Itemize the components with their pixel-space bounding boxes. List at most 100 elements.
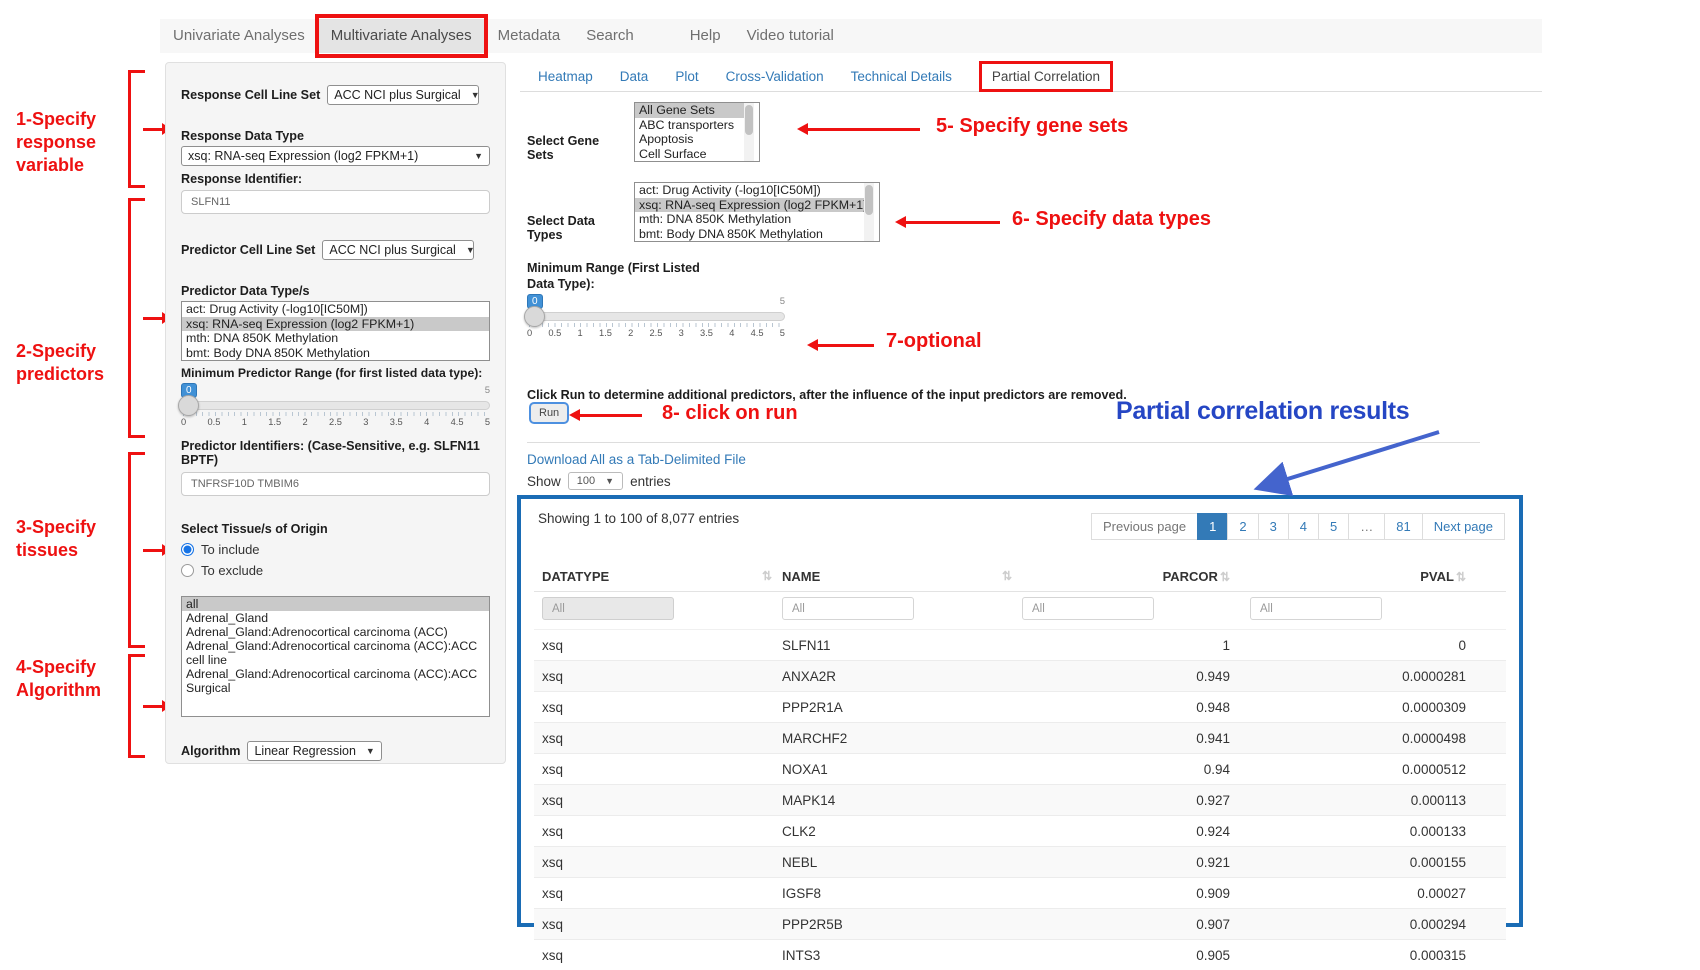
filter-pval-input[interactable]: [1250, 597, 1382, 620]
page-button[interactable]: 5: [1318, 513, 1349, 540]
page-button[interactable]: 3: [1258, 513, 1289, 540]
slider-tick-label: 1: [578, 328, 583, 338]
table-row[interactable]: xsq MARCHF2 0.941 0.0000498: [534, 723, 1506, 754]
tissue-radio[interactable]: To exclude: [181, 563, 490, 578]
response-cell-line-set-select[interactable]: ACC NCI plus Surgical ▼: [327, 85, 479, 105]
listbox-option[interactable]: xsq: RNA-seq Expression (log2 FPKM+1): [635, 198, 869, 213]
table-row[interactable]: xsq CLK2 0.924 0.000133: [534, 816, 1506, 847]
page-button[interactable]: Next page: [1422, 513, 1505, 540]
predictor-data-types-listbox: act: Drug Activity (-log10[IC50M])xsq: R…: [181, 301, 490, 361]
nav-item[interactable]: Search: [573, 19, 647, 53]
download-all-link[interactable]: Download All as a Tab-Delimited File: [527, 452, 746, 467]
slider-track[interactable]: [527, 312, 785, 321]
listbox-option[interactable]: ABC transporters: [635, 118, 749, 133]
cell-name: INTS3: [774, 940, 1014, 970]
slider-track[interactable]: [181, 401, 490, 410]
page-button[interactable]: 2: [1227, 513, 1258, 540]
column-header-parcor[interactable]: PARCOR⇅: [1014, 562, 1242, 592]
listbox-option[interactable]: All Gene Sets: [635, 103, 749, 118]
sort-icon[interactable]: ⇅: [1220, 570, 1230, 584]
algorithm-select[interactable]: Linear Regression ▼: [247, 741, 381, 761]
response-data-type-select[interactable]: xsq: RNA-seq Expression (log2 FPKM+1) ▼: [181, 146, 490, 166]
page-button[interactable]: 1: [1197, 513, 1228, 540]
slider-tickmarks: [183, 412, 488, 416]
listbox-option[interactable]: Adrenal_Gland: [182, 611, 489, 625]
filter-datatype-input[interactable]: [542, 597, 674, 620]
table-row[interactable]: xsq PPP2R5B 0.907 0.000294: [534, 909, 1506, 940]
cell-parcor: 0.924: [1014, 816, 1242, 847]
listbox-option[interactable]: bmt: Body DNA 850K Methylation: [182, 346, 489, 361]
column-header-datatype[interactable]: DATATYPE⇅: [534, 562, 774, 592]
page-length-select[interactable]: 100 ▼: [568, 472, 623, 490]
predictor-cell-line-set-select[interactable]: ACC NCI plus Surgical ▼: [322, 240, 474, 260]
listbox-option[interactable]: act: Drug Activity (-log10[IC50M]): [635, 183, 869, 198]
tab[interactable]: Heatmap: [538, 69, 593, 84]
chevron-down-icon: ▼: [471, 90, 480, 100]
scrollbar-thumb[interactable]: [865, 185, 873, 215]
predictor-identifiers-label: Predictor Identifiers: (Case-Sensitive, …: [181, 439, 490, 467]
cell-pval: 0.0000512: [1242, 754, 1506, 785]
nav-item[interactable]: Video tutorial: [734, 19, 847, 53]
tab[interactable]: Data: [620, 69, 649, 84]
radio-label: To include: [201, 542, 260, 557]
scrollbar[interactable]: [744, 103, 754, 161]
listbox-option[interactable]: bmt: Body DNA 850K Methylation: [635, 227, 869, 242]
nav-item[interactable]: Help: [677, 19, 734, 53]
slider-tick-label: 1: [242, 417, 247, 427]
column-header-name[interactable]: NAME⇅: [774, 562, 1014, 592]
tissue-radio[interactable]: To include: [181, 542, 490, 557]
sort-icon[interactable]: ⇅: [762, 569, 772, 583]
data-types-listbox: act: Drug Activity (-log10[IC50M])xsq: R…: [634, 182, 880, 242]
response-identifier-input[interactable]: [181, 190, 490, 214]
listbox-option[interactable]: mth: DNA 850K Methylation: [182, 331, 489, 346]
filter-parcor-input[interactable]: [1022, 597, 1154, 620]
page-button[interactable]: …: [1348, 513, 1385, 540]
radio-icon: [181, 564, 194, 577]
slider-tick-label: 4: [424, 417, 429, 427]
listbox-option[interactable]: Apoptosis: [635, 132, 749, 147]
tab[interactable]: Plot: [675, 69, 698, 84]
sort-icon[interactable]: ⇅: [1456, 570, 1466, 584]
table-row[interactable]: xsq NOXA1 0.94 0.0000512: [534, 754, 1506, 785]
slider-handle[interactable]: [178, 395, 199, 416]
predictor-identifiers-input[interactable]: [181, 472, 490, 496]
listbox-option[interactable]: act: Drug Activity (-log10[IC50M]): [182, 302, 489, 317]
listbox-option[interactable]: mth: DNA 850K Methylation: [635, 212, 869, 227]
table-row[interactable]: xsq INTS3 0.905 0.000315: [534, 940, 1506, 970]
listbox-option[interactable]: xsq: RNA-seq Expression (log2 FPKM+1): [182, 317, 489, 332]
tab[interactable]: Technical Details: [851, 69, 952, 84]
table-row[interactable]: xsq IGSF8 0.909 0.00027: [534, 878, 1506, 909]
sort-icon[interactable]: ⇅: [1002, 569, 1012, 583]
table-row[interactable]: xsq MAPK14 0.927 0.000113: [534, 785, 1506, 816]
slider-handle[interactable]: [524, 306, 545, 327]
cell-datatype: xsq: [534, 816, 774, 847]
algorithm-label: Algorithm: [181, 744, 240, 758]
table-row[interactable]: xsq ANXA2R 0.949 0.0000281: [534, 661, 1506, 692]
filter-name-input[interactable]: [782, 597, 914, 620]
column-header-pval[interactable]: PVAL⇅: [1242, 562, 1506, 592]
table-row[interactable]: xsq NEBL 0.921 0.000155: [534, 847, 1506, 878]
scrollbar-thumb[interactable]: [745, 105, 753, 135]
listbox-option[interactable]: Adrenal_Gland:Adrenocortical carcinoma (…: [182, 667, 489, 695]
min-range-label: Minimum Range (First Listed Data Type):: [527, 260, 700, 292]
listbox-option[interactable]: Cell Surface: [635, 147, 749, 162]
annotation-arrow-step7: [812, 344, 874, 347]
listbox-option[interactable]: Adrenal_Gland:Adrenocortical carcinoma (…: [182, 639, 489, 667]
bracket-step3: [128, 452, 145, 648]
listbox-option[interactable]: all: [182, 597, 489, 611]
page-button[interactable]: 4: [1288, 513, 1319, 540]
tab[interactable]: Partial Correlation: [979, 61, 1113, 92]
nav-item[interactable]: Metadata: [485, 19, 574, 53]
listbox-option[interactable]: Adrenal_Gland:Adrenocortical carcinoma (…: [182, 625, 489, 639]
chevron-down-icon: ▼: [466, 245, 475, 255]
table-row[interactable]: xsq SLFN11 1 0: [534, 630, 1506, 661]
cell-name: ANXA2R: [774, 661, 1014, 692]
page-button[interactable]: Previous page: [1091, 513, 1198, 540]
nav-item[interactable]: Multivariate Analyses: [318, 19, 485, 53]
tab[interactable]: Cross-Validation: [726, 69, 824, 84]
table-row[interactable]: xsq PPP2R1A 0.948 0.0000309: [534, 692, 1506, 723]
nav-item[interactable]: Univariate Analyses: [160, 19, 318, 53]
scrollbar[interactable]: [864, 183, 874, 241]
slider-tick-label: 2: [628, 328, 633, 338]
page-button[interactable]: 81: [1384, 513, 1422, 540]
